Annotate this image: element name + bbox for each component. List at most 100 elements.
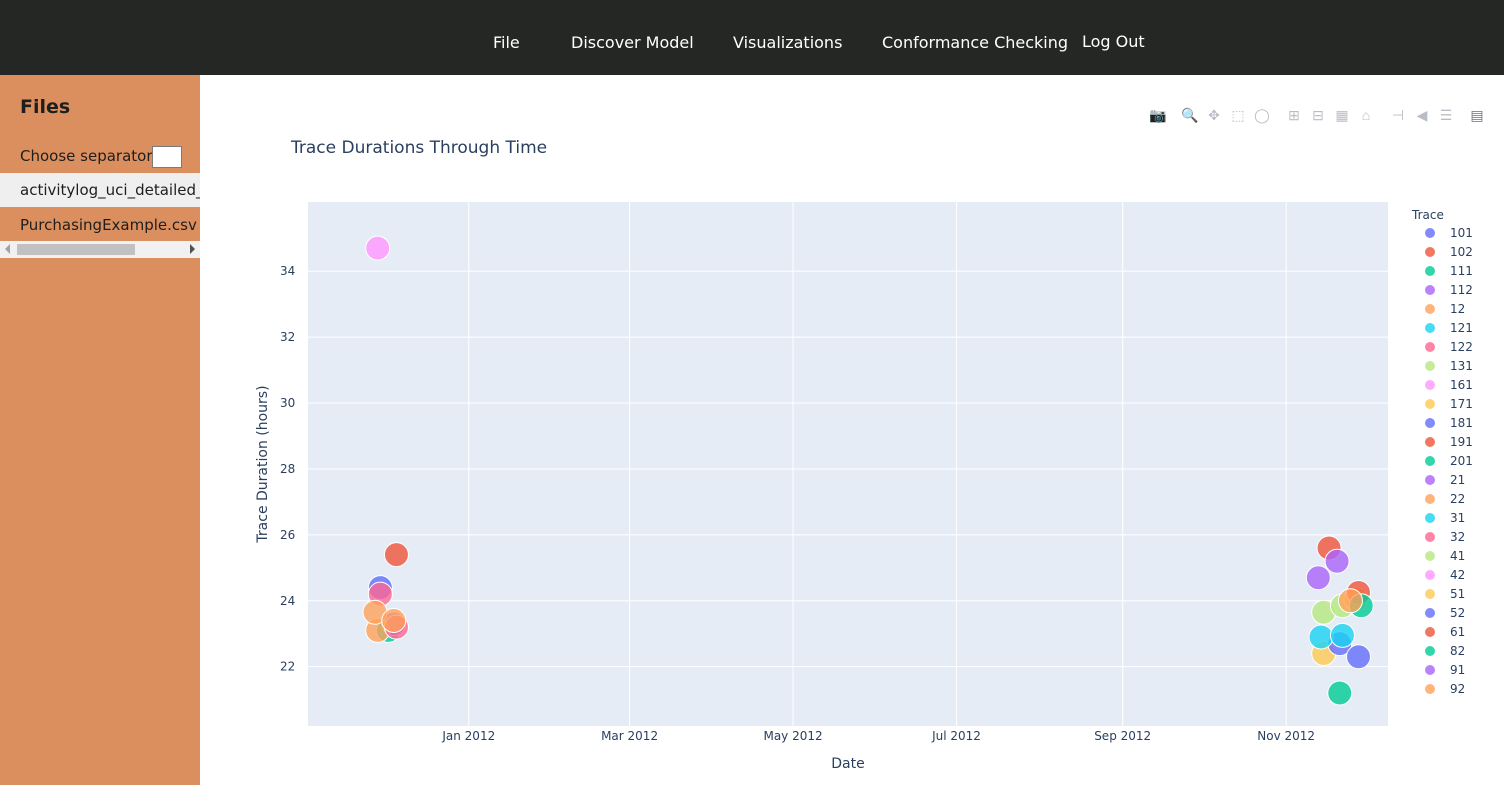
legend-marker	[1425, 513, 1435, 523]
legend-marker	[1425, 399, 1435, 409]
legend-marker	[1425, 532, 1435, 542]
legend-item-122[interactable]: 122	[1425, 340, 1473, 354]
legend-item-201[interactable]: 201	[1425, 454, 1473, 468]
legend-item-12[interactable]: 12	[1425, 302, 1465, 316]
data-point-trace-91[interactable]	[1305, 565, 1331, 591]
legend-label: 32	[1450, 530, 1465, 544]
data-point-trace-31[interactable]	[1308, 624, 1334, 650]
data-point-trace-102[interactable]	[383, 542, 409, 568]
zoom-out-icon[interactable]: ⊟	[1309, 106, 1327, 124]
legend-item-21[interactable]: 21	[1425, 473, 1465, 487]
legend-item-91[interactable]: 91	[1425, 663, 1465, 677]
legend-marker	[1425, 285, 1435, 295]
y-axis-label: Trace Duration (hours)	[255, 385, 271, 543]
legend-label: 101	[1450, 226, 1473, 240]
legend-item-161[interactable]: 161	[1425, 378, 1473, 392]
legend-item-52[interactable]: 52	[1425, 606, 1465, 620]
plotly-logo-icon[interactable]: ▤	[1468, 106, 1486, 124]
legend-item-32[interactable]: 32	[1425, 530, 1465, 544]
legend-label: 31	[1450, 511, 1465, 525]
legend-label: 21	[1450, 473, 1465, 487]
camera-icon[interactable]: 📷	[1149, 106, 1167, 124]
legend-item-101[interactable]: 101	[1425, 226, 1473, 240]
y-tick-label: 22	[280, 660, 295, 674]
legend-marker	[1425, 266, 1435, 276]
legend-label: 111	[1450, 264, 1473, 278]
legend-marker	[1425, 418, 1435, 428]
legend-label: 91	[1450, 663, 1465, 677]
legend-marker	[1425, 228, 1435, 238]
legend-item-112[interactable]: 112	[1425, 283, 1473, 297]
x-tick-label: Jan 2012	[441, 729, 495, 743]
legend-marker	[1425, 627, 1435, 637]
legend-marker	[1425, 456, 1435, 466]
legend-item-131[interactable]: 131	[1425, 359, 1473, 373]
plot-area[interactable]	[308, 202, 1388, 726]
data-point-trace-21[interactable]	[1324, 548, 1350, 574]
legend-marker	[1425, 646, 1435, 656]
legend-label: 181	[1450, 416, 1473, 430]
legend-label: 51	[1450, 587, 1465, 601]
legend-label: 171	[1450, 397, 1473, 411]
chart-title: Trace Durations Through Time	[290, 138, 547, 158]
legend-marker	[1425, 380, 1435, 390]
legend-label: 201	[1450, 454, 1473, 468]
zoom-icon[interactable]: 🔍	[1181, 106, 1199, 124]
data-point-trace-201[interactable]	[1327, 680, 1353, 706]
y-tick-label: 32	[280, 330, 295, 344]
legend-label: 22	[1450, 492, 1465, 506]
legend-label: 82	[1450, 644, 1465, 658]
x-tick-label: May 2012	[763, 729, 822, 743]
x-tick-label: Jul 2012	[931, 729, 981, 743]
legend-label: 61	[1450, 625, 1465, 639]
pan-icon[interactable]: ✥	[1205, 106, 1223, 124]
legend-marker	[1425, 551, 1435, 561]
x-tick-labels: Jan 2012 Mar 2012 May 2012 Jul 2012 Sep 2012…	[441, 729, 1315, 743]
legend-marker	[1425, 342, 1435, 352]
data-point-trace-22[interactable]	[381, 608, 407, 634]
plot-modebar: 📷 🔍 ✥ ⬚ ◯ ⊞ ⊟ ▦ ⌂ ⊣ ◀ ☰ ▤	[0, 106, 1504, 126]
legend-item-121[interactable]: 121	[1425, 321, 1473, 335]
x-tick-label: Mar 2012	[601, 729, 658, 743]
data-point-trace-92[interactable]	[1337, 588, 1363, 614]
legend: 101 102 111 112 12 121 122 131 161 171 181 191 201 21…	[1425, 226, 1473, 696]
legend-marker	[1425, 437, 1435, 447]
legend-item-31[interactable]: 31	[1425, 511, 1465, 525]
hover-closest-icon[interactable]: ◀	[1413, 106, 1431, 124]
legend-marker	[1425, 361, 1435, 371]
legend-item-181[interactable]: 181	[1425, 416, 1473, 430]
y-tick-labels: 22 24 26 28 30 32 34	[280, 264, 295, 673]
x-tick-label: Nov 2012	[1257, 729, 1315, 743]
hover-compare-icon[interactable]: ☰	[1437, 106, 1455, 124]
legend-item-82[interactable]: 82	[1425, 644, 1465, 658]
legend-title: Trace	[1411, 208, 1444, 222]
legend-marker	[1425, 247, 1435, 257]
legend-item-191[interactable]: 191	[1425, 435, 1473, 449]
legend-label: 41	[1450, 549, 1465, 563]
legend-item-102[interactable]: 102	[1425, 245, 1473, 259]
data-point-trace-161[interactable]	[365, 235, 391, 261]
legend-marker	[1425, 323, 1435, 333]
lasso-select-icon[interactable]: ◯	[1253, 106, 1271, 124]
autoscale-icon[interactable]: ▦	[1333, 106, 1351, 124]
legend-item-51[interactable]: 51	[1425, 587, 1465, 601]
legend-item-41[interactable]: 41	[1425, 549, 1465, 563]
data-point-trace-181[interactable]	[1346, 644, 1372, 670]
legend-marker	[1425, 589, 1435, 599]
zoom-in-icon[interactable]: ⊞	[1285, 106, 1303, 124]
legend-item-61[interactable]: 61	[1425, 625, 1465, 639]
legend-item-171[interactable]: 171	[1425, 397, 1473, 411]
legend-label: 92	[1450, 682, 1465, 696]
legend-label: 121	[1450, 321, 1473, 335]
reset-axes-icon[interactable]: ⌂	[1357, 106, 1375, 124]
legend-label: 112	[1450, 283, 1473, 297]
legend-item-42[interactable]: 42	[1425, 568, 1465, 582]
data-point-trace-31[interactable]	[1329, 622, 1355, 648]
spike-lines-icon[interactable]: ⊣	[1389, 106, 1407, 124]
legend-item-111[interactable]: 111	[1425, 264, 1473, 278]
x-tick-label: Sep 2012	[1094, 729, 1151, 743]
legend-marker	[1425, 608, 1435, 618]
legend-item-22[interactable]: 22	[1425, 492, 1465, 506]
legend-item-92[interactable]: 92	[1425, 682, 1465, 696]
box-select-icon[interactable]: ⬚	[1229, 106, 1247, 124]
